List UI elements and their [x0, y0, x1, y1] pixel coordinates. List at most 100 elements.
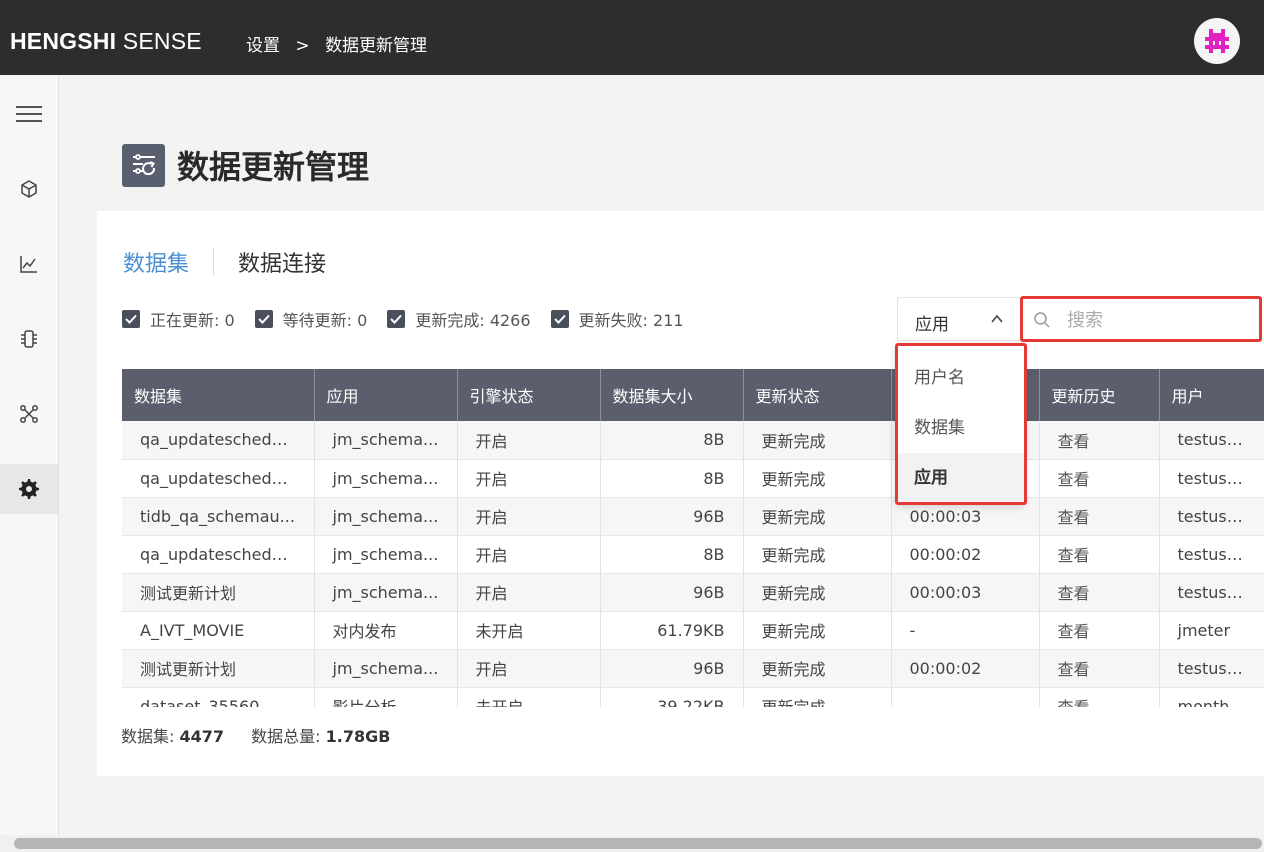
filter-completed[interactable]: 更新完成: 4266 [387, 307, 531, 331]
table-row: 测试更新计划 jm_schema... 开启 96B 更新完成 00:00:02… [122, 649, 1264, 688]
main-panel: 数据集 数据连接 正在更新: 0 等待更新: 0 更新完成: 4266 更新失败… [97, 211, 1264, 776]
cell-update-status: 更新完成 [743, 611, 892, 650]
page-header: 数据更新管理 [122, 143, 369, 187]
dropdown-option-dataset[interactable]: 数据集 [895, 403, 1025, 453]
cell-dataset: 测试更新计划 [122, 573, 315, 612]
chart-icon [20, 256, 37, 273]
cell-app: 影片分析 [314, 687, 458, 707]
search-box [1022, 297, 1262, 341]
column-header-dataset[interactable]: 数据集 [122, 369, 315, 421]
brand-light: SENSE [122, 28, 202, 54]
view-history-link[interactable]: 查看 [1039, 573, 1160, 612]
scrollbar-thumb[interactable] [14, 838, 1262, 849]
table-summary: 数据集: 4477 数据总量: 1.78GB [121, 723, 412, 747]
cell-update-status: 更新完成 [743, 535, 892, 574]
breadcrumb-parent[interactable]: 设置 [246, 31, 280, 56]
brand-logo[interactable]: HENGSHI SENSE [10, 28, 202, 55]
tab-datasets[interactable]: 数据集 [123, 246, 189, 278]
filter-label: 正在更新: 0 [150, 311, 235, 330]
column-header-update-status[interactable]: 更新状态 [743, 369, 892, 421]
cell-user: jmeter [1159, 611, 1264, 650]
sidebar-item-datasets[interactable] [0, 164, 58, 214]
cell-size: 8B [600, 459, 744, 498]
cell-engine-status: 未开启 [457, 687, 601, 707]
tab-data-connections[interactable]: 数据连接 [238, 246, 326, 278]
filter-waiting[interactable]: 等待更新: 0 [254, 307, 368, 331]
breadcrumb-current: 数据更新管理 [325, 36, 428, 56]
tab-bar: 数据集 数据连接 [123, 247, 326, 277]
cell-app: jm_schema... [314, 421, 458, 460]
view-history-link[interactable]: 查看 [1039, 459, 1160, 498]
filter-failed[interactable]: 更新失败: 211 [550, 307, 684, 331]
table-row: dataset_35560 影片分析 未开启 39.22KB 更新完成 查看 m… [122, 687, 1264, 707]
tab-divider [213, 248, 215, 276]
table-header-row: 数据集 应用 引擎状态 数据集大小 更新状态 更新历史 用户 [122, 369, 1264, 421]
sidebar-item-network[interactable] [0, 389, 58, 439]
checkbox-checked-icon[interactable] [254, 310, 273, 328]
view-history-link[interactable]: 查看 [1039, 649, 1160, 688]
cell-engine-status: 开启 [457, 535, 601, 574]
cell-update-status: 更新完成 [743, 573, 892, 612]
cube-icon [21, 180, 37, 198]
filter-updating[interactable]: 正在更新: 0 [122, 307, 235, 331]
view-history-link[interactable]: 查看 [1039, 687, 1160, 707]
cell-duration: 00:00:02 [891, 535, 1040, 574]
cell-size: 39.22KB [600, 687, 744, 707]
status-filters: 正在更新: 0 等待更新: 0 更新完成: 4266 更新失败: 211 [122, 307, 704, 331]
data-icon [21, 330, 37, 348]
checkbox-checked-icon[interactable] [122, 310, 140, 328]
view-history-link[interactable]: 查看 [1039, 535, 1160, 574]
cell-app: jm_schema... [314, 535, 458, 574]
cell-dataset: dataset_35560 [122, 687, 315, 707]
cell-app: jm_schema... [314, 497, 458, 536]
view-history-link[interactable]: 查看 [1039, 497, 1160, 536]
search-icon [1034, 312, 1050, 328]
table-row: tidb_qa_schemau... jm_schema... 开启 96B 更… [122, 497, 1264, 536]
cell-user: testuser1 [1159, 497, 1264, 536]
column-header-app[interactable]: 应用 [314, 369, 458, 421]
filter-label: 更新失败: 211 [578, 311, 684, 330]
sidebar-item-settings[interactable] [0, 464, 58, 514]
cell-engine-status: 开启 [457, 649, 601, 688]
cell-engine-status: 开启 [457, 573, 601, 612]
cell-dataset: qa_updateschedule [122, 535, 315, 574]
sidebar-menu-toggle[interactable] [0, 89, 58, 139]
cell-user: testuser4 [1159, 535, 1264, 574]
sidebar-item-charts[interactable] [0, 239, 58, 289]
cell-duration [891, 687, 1040, 707]
page-title: 数据更新管理 [177, 148, 370, 186]
cell-size: 96B [600, 497, 744, 536]
avatar-pixel-icon [1205, 29, 1229, 53]
column-header-engine-status[interactable]: 引擎状态 [457, 369, 601, 421]
data-update-icon [122, 143, 165, 187]
table-row: qa_updateschedule jm_schema... 开启 8B 更新完… [122, 535, 1264, 574]
cell-dataset: qa_updateschedule [122, 421, 315, 460]
cell-size: 61.79KB [600, 611, 744, 650]
checkbox-checked-icon[interactable] [387, 310, 406, 328]
column-header-update-history[interactable]: 更新历史 [1039, 369, 1160, 421]
search-input[interactable] [1067, 306, 1247, 334]
checkbox-checked-icon[interactable] [550, 310, 569, 328]
sidebar-item-data[interactable] [0, 314, 58, 364]
dropdown-option-username[interactable]: 用户名 [895, 353, 1025, 403]
gear-icon [19, 479, 39, 499]
table-row: qa_updateschedule jm_schema... 开启 8B 更新完… [122, 459, 1264, 498]
cell-size: 8B [600, 421, 744, 460]
filter-label: 等待更新: 0 [282, 311, 368, 330]
summary-datasets-value: 4477 [179, 727, 225, 746]
column-header-dataset-size[interactable]: 数据集大小 [600, 369, 744, 421]
view-history-link[interactable]: 查看 [1039, 421, 1160, 460]
table-row: A_IVT_MOVIE 对内发布 未开启 61.79KB 更新完成 - 查看 j… [122, 611, 1264, 650]
cell-update-status: 更新完成 [743, 497, 892, 536]
cell-engine-status: 开启 [457, 421, 601, 460]
cell-app: jm_schema... [314, 573, 458, 612]
view-history-link[interactable]: 查看 [1039, 611, 1160, 650]
cell-user: month [1159, 687, 1264, 707]
search-field-select[interactable]: 应用 [897, 297, 1021, 341]
avatar[interactable] [1194, 18, 1240, 64]
menu-icon [16, 106, 42, 122]
cell-dataset: 测试更新计划 [122, 649, 315, 688]
table-row: 测试更新计划 jm_schema... 开启 96B 更新完成 00:00:03… [122, 573, 1264, 612]
column-header-user[interactable]: 用户 [1159, 369, 1264, 421]
dropdown-option-app[interactable]: 应用 [895, 453, 1025, 503]
